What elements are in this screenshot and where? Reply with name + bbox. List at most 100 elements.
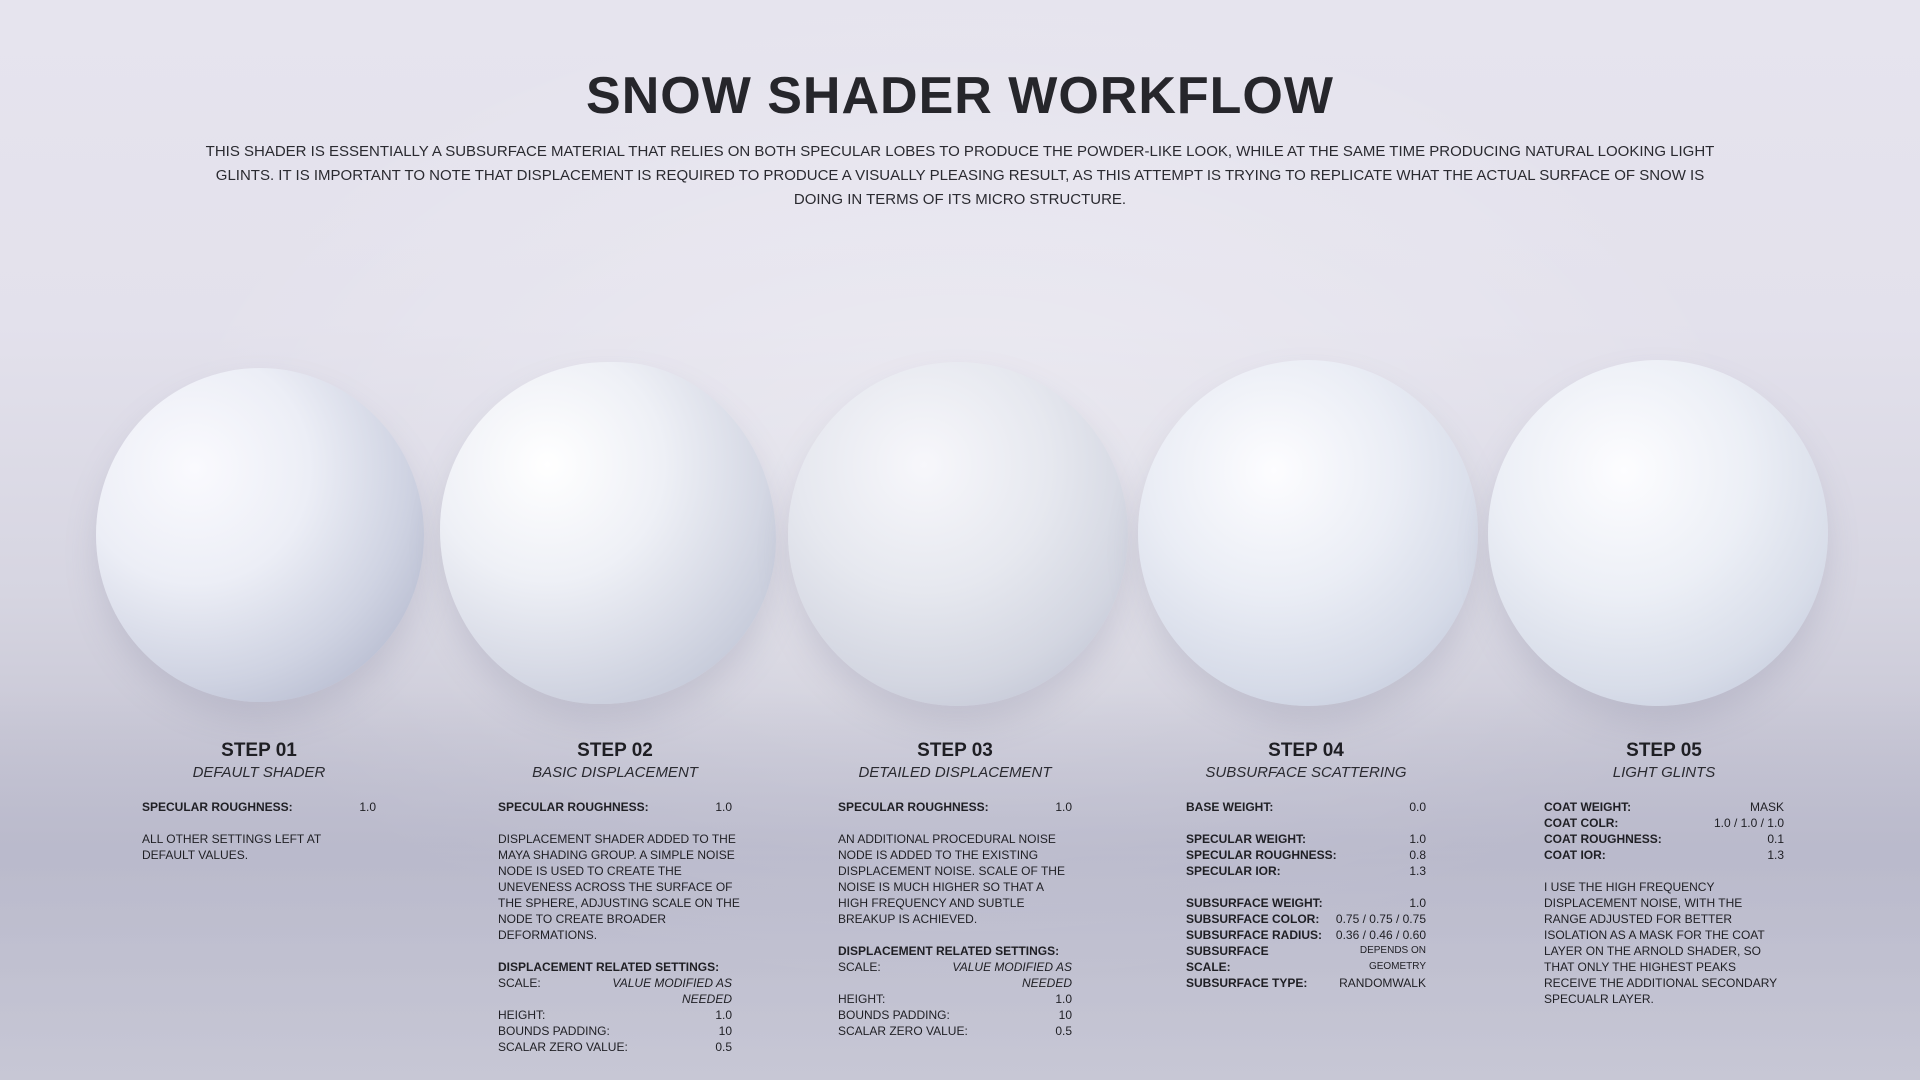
param-list: SPECULAR ROUGHNESS: 1.0 [498,799,732,815]
step-subtitle: LIGHT GLINTS [1612,764,1716,781]
setting-key: SCALAR ZERO VALUE: [838,1024,968,1038]
setting-row: BOUNDS PADDING: 10 [838,1007,1072,1023]
param-key: BASE WEIGHT: [1186,800,1274,814]
param-key: SUBSURFACE TYPE: [1186,976,1308,990]
setting-value: VALUE MODIFIED AS NEEDED [952,960,1072,990]
param-value: 1.3 [1767,848,1784,862]
param-row: COAT ROUGHNESS: 0.1 [1544,831,1784,847]
param-row: SUBSURFACE RADIUS: 0.36 / 0.46 / 0.60 [1186,927,1426,943]
param-key: SUBSURFACE RADIUS: [1186,928,1323,942]
settings-heading: DISPLACEMENT RELATED SETTINGS: [838,944,1060,958]
step-01-column: STEP 01 DEFAULT SHADER SPECULAR ROUGHNES… [142,740,376,863]
setting-key: SCALAR ZERO VALUE: [498,1040,628,1054]
param-value: DEPENDS ON GEOMETRY [1359,945,1426,972]
param-value: 1.3 [1409,864,1426,878]
setting-row: SCALAR ZERO VALUE: 0.5 [498,1039,732,1055]
step-description: AN ADDITIONAL PROCEDURAL NOISE NODE IS A… [838,832,1065,926]
setting-value: 1.0 [1055,992,1072,1006]
param-row: SPECULAR ROUGHNESS: 1.0 [838,799,1072,815]
page-title: SNOW SHADER WORKFLOW [586,67,1334,125]
sphere-step-02 [440,362,776,704]
param-key: COAT ROUGHNESS: [1544,832,1662,846]
param-key: SPECULAR IOR: [1186,864,1281,878]
step-title: STEP 02 [577,740,653,761]
setting-value: 1.0 [715,1008,732,1022]
setting-key: BOUNDS PADDING: [498,1024,610,1038]
step-title: STEP 03 [917,740,993,761]
param-list: BASE WEIGHT: 0.0 SPECULAR WEIGHT: 1.0 SPEC… [1186,799,1426,991]
step-04-column: STEP 04 SUBSURFACE SCATTERING BASE WEIGH… [1186,740,1426,991]
setting-key: SCALE: [838,960,881,974]
param-key: COAT IOR: [1544,848,1606,862]
sphere-step-05 [1488,360,1828,706]
setting-value: 10 [1058,1008,1072,1022]
param-key: SPECULAR ROUGHNESS: [142,800,293,814]
step-title: STEP 05 [1626,740,1702,761]
param-value: 0.75 / 0.75 / 0.75 [1335,912,1426,926]
param-key: SPECULAR ROUGHNESS: [1186,848,1337,862]
step-subtitle: BASIC DISPLACEMENT [532,764,698,781]
param-value: 1.0 [1055,800,1072,814]
setting-row: SCALE: VALUE MODIFIED AS NEEDED [838,959,1072,991]
setting-row: HEIGHT: 1.0 [838,991,1072,1007]
param-value: 1.0 [1409,896,1426,910]
param-row: SUBSURFACE TYPE: RANDOMWALK [1186,975,1426,991]
param-list: SPECULAR ROUGHNESS: 1.0 [838,799,1072,815]
step-subtitle: DETAILED DISPLACEMENT [858,764,1052,781]
param-row: SPECULAR ROUGHNESS: 0.8 [1186,847,1426,863]
param-key: SPECULAR ROUGHNESS: [498,800,649,814]
step-title: STEP 04 [1268,740,1344,761]
setting-key: SCALE: [498,976,541,990]
sphere-step-03 [788,362,1128,706]
param-row: COAT WEIGHT: MASK [1544,799,1784,815]
sphere-step-04 [1138,360,1478,706]
param-value: RANDOMWALK [1339,976,1426,990]
param-value: MASK [1749,800,1784,814]
param-key: SUBSURFACE SCALE: [1186,944,1269,974]
setting-row: HEIGHT: 1.0 [498,1007,732,1023]
setting-row: SCALE: VALUE MODIFIED AS NEEDED [498,975,732,1007]
param-key: SUBSURFACE WEIGHT: [1186,896,1323,910]
param-list: COAT WEIGHT: MASK COAT COLR: 1.0 / 1.0 / 1… [1544,799,1784,863]
param-row: BASE WEIGHT: 0.0 [1186,799,1426,815]
param-key: SPECULAR WEIGHT: [1186,832,1306,846]
step-description: ALL OTHER SETTINGS LEFT AT DEFAULT VALUE… [142,832,321,862]
setting-row: SCALAR ZERO VALUE: 0.5 [838,1023,1072,1039]
param-value: 1.0 [715,800,732,814]
param-list: SPECULAR ROUGHNESS: 1.0 [142,799,376,815]
setting-key: BOUNDS PADDING: [838,1008,950,1022]
param-value: 1.0 / 1.0 / 1.0 [1713,816,1784,830]
intro-text: THIS SHADER IS ESSENTIALLY A SUBSURFACE … [205,143,1715,208]
param-key: COAT WEIGHT: [1544,800,1632,814]
step-05-column: STEP 05 LIGHT GLINTS COAT WEIGHT: MASK CO… [1544,740,1784,1007]
param-key: COAT COLR: [1544,816,1619,830]
setting-row: BOUNDS PADDING: 10 [498,1023,732,1039]
param-value: 0.0 [1409,800,1426,814]
settings-heading: DISPLACEMENT RELATED SETTINGS: [498,960,720,974]
param-value: 1.0 [1409,832,1426,846]
param-row: SUBSURFACE COLOR: 0.75 / 0.75 / 0.75 [1186,911,1426,927]
param-row: SUBSURFACE WEIGHT: 1.0 [1186,895,1426,911]
setting-key: HEIGHT: [838,992,886,1006]
setting-value: 0.5 [1055,1024,1072,1038]
step-03-column: STEP 03 DETAILED DISPLACEMENT SPECULAR R… [838,740,1072,1039]
param-row: SPECULAR IOR: 1.3 [1186,863,1426,879]
param-key: SUBSURFACE COLOR: [1186,912,1320,926]
setting-value: 0.5 [715,1040,732,1054]
param-row: COAT COLR: 1.0 / 1.0 / 1.0 [1544,815,1784,831]
setting-key: HEIGHT: [498,1008,546,1022]
setting-value: 10 [718,1024,732,1038]
param-row: SPECULAR ROUGHNESS: 1.0 [142,799,376,815]
param-row: SUBSURFACE SCALE: DEPENDS ON GEOMETRY [1186,943,1426,975]
param-value: 0.8 [1409,848,1426,862]
param-row: COAT IOR: 1.3 [1544,847,1784,863]
param-value: 1.0 [359,800,376,814]
step-subtitle: DEFAULT SHADER [192,764,326,781]
step-subtitle: SUBSURFACE SCATTERING [1205,764,1407,781]
param-row: SPECULAR WEIGHT: 1.0 [1186,831,1426,847]
param-value: 0.36 / 0.46 / 0.60 [1335,928,1426,942]
param-value: 0.1 [1767,832,1784,846]
param-key: SPECULAR ROUGHNESS: [838,800,989,814]
setting-value: VALUE MODIFIED AS NEEDED [612,976,732,1006]
param-row: SPECULAR ROUGHNESS: 1.0 [498,799,732,815]
